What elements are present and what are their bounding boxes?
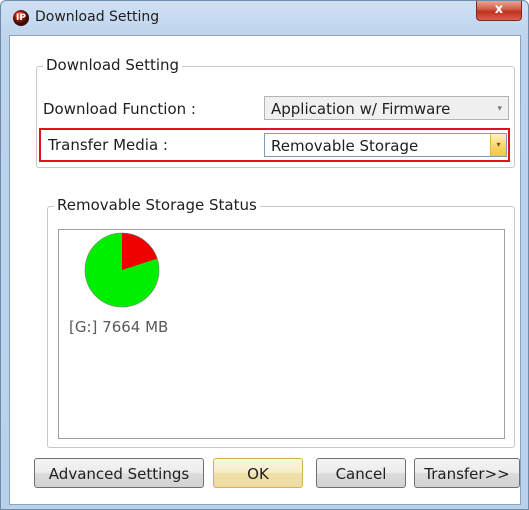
download-function-value: Application w/ Firmware (271, 100, 451, 118)
app-logo-icon: IP (13, 10, 29, 26)
download-function-label: Download Function : (43, 100, 196, 118)
ok-button[interactable]: OK (213, 458, 303, 488)
drive-capacity-text: [G:] 7664 MB (69, 318, 169, 336)
dialog-window: IP Download Setting x Download Setting D… (0, 0, 529, 510)
close-button[interactable]: x (476, 1, 522, 21)
download-setting-group-label: Download Setting (43, 56, 183, 74)
transfer-media-label: Transfer Media : (48, 136, 168, 154)
transfer-button[interactable]: Transfer>> (414, 458, 520, 488)
transfer-media-value: Removable Storage (271, 137, 419, 155)
transfer-media-select[interactable]: Removable Storage ▾ (264, 133, 507, 157)
storage-pie-chart (84, 232, 160, 308)
advanced-settings-button[interactable]: Advanced Settings (34, 458, 204, 488)
title-bar[interactable]: IP Download Setting x (1, 1, 528, 35)
window-title: Download Setting (35, 9, 160, 25)
storage-status-group-label: Removable Storage Status (54, 196, 260, 214)
chevron-down-icon: ▾ (497, 104, 502, 114)
download-function-select[interactable]: Application w/ Firmware ▾ (264, 96, 509, 120)
dialog-client-area: Download Setting Download Function : App… (9, 35, 521, 505)
cancel-button[interactable]: Cancel (316, 458, 406, 488)
storage-list[interactable]: [G:] 7664 MB (58, 229, 505, 439)
chevron-down-icon[interactable]: ▾ (490, 134, 506, 156)
